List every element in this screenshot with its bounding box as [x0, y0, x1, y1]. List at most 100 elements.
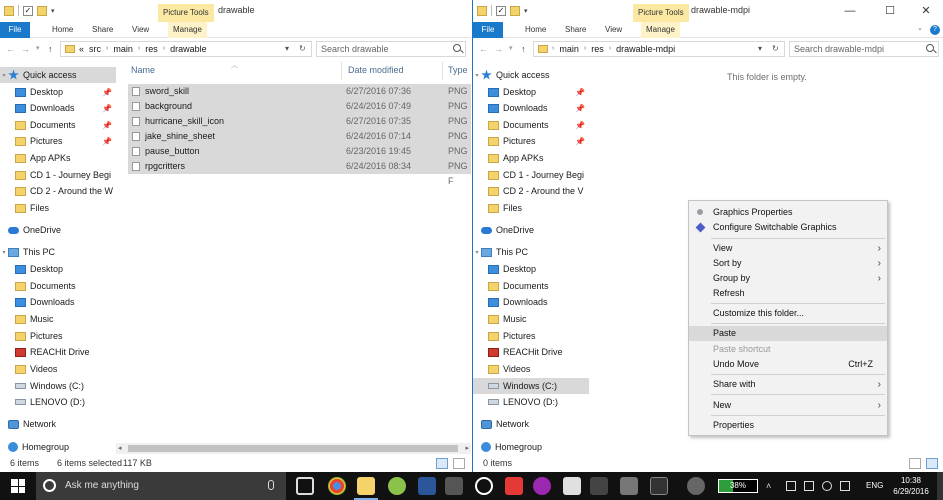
menu-item-view[interactable]: View › — [689, 241, 887, 256]
forward-arrow-icon[interactable]: → — [494, 41, 503, 57]
nav-cd2[interactable]: CD 2 - Around the W — [0, 183, 116, 199]
app-icon[interactable] — [687, 477, 705, 495]
nav-onedrive[interactable]: OneDrive — [0, 222, 116, 238]
recent-locations-chevron-icon[interactable]: ▾ — [509, 41, 513, 57]
nav-cd1[interactable]: CD 1 - Journey Begi — [0, 167, 116, 183]
large-icons-view-icon[interactable] — [453, 458, 465, 469]
help-icon[interactable]: ? — [930, 25, 940, 35]
address-history-chevron-icon[interactable]: ▾ — [285, 42, 289, 56]
chevron-down-icon[interactable]: ▾ — [473, 72, 481, 79]
task-view-icon[interactable] — [296, 477, 314, 495]
tab-manage[interactable]: Manage — [168, 22, 207, 38]
breadcrumb-main[interactable]: main — [559, 42, 579, 56]
nav-pc-pictures[interactable]: Pictures — [0, 328, 116, 344]
up-arrow-icon[interactable]: ↑ — [48, 41, 53, 57]
properties-quick-icon[interactable]: ✓ — [23, 5, 33, 16]
menu-item-refresh[interactable]: Refresh — [689, 286, 887, 301]
forward-arrow-icon[interactable]: → — [21, 41, 30, 57]
battery-tray-icon[interactable] — [804, 481, 814, 491]
nav-files[interactable]: Files — [0, 200, 116, 216]
app-icon[interactable] — [563, 477, 581, 495]
nav-pc-documents[interactable]: Documents — [0, 278, 116, 294]
search-input[interactable]: Search drawable — [316, 41, 466, 57]
chrome-icon[interactable] — [328, 477, 346, 495]
nav-pc-windows-c[interactable]: Windows (C:) — [473, 378, 589, 394]
horizontal-scrollbar[interactable]: ◂ ▸ — [116, 443, 471, 454]
nav-pc-desktop[interactable]: Desktop — [0, 261, 116, 277]
nav-cd2[interactable]: CD 2 - Around the V — [473, 183, 589, 199]
menu-item-new[interactable]: New › — [689, 398, 887, 413]
app-icon[interactable] — [533, 477, 551, 495]
nav-pc-music[interactable]: Music — [0, 311, 116, 327]
menu-item-share-with[interactable]: Share with › — [689, 377, 887, 392]
address-bar[interactable]: › main › res › drawable-mdpi ▾ ↻ — [533, 41, 785, 57]
tab-file[interactable]: File — [0, 22, 30, 38]
tab-home[interactable]: Home — [525, 22, 546, 38]
nav-homegroup[interactable]: Homegroup — [473, 439, 589, 455]
expand-ribbon-chevron-icon[interactable]: ⌄ — [917, 24, 927, 32]
new-folder-quick-icon[interactable] — [37, 5, 47, 16]
nav-homegroup[interactable]: Homegroup — [0, 439, 116, 455]
tab-share[interactable]: Share — [565, 22, 586, 38]
menu-item-graphics-properties[interactable]: Graphics Properties — [689, 205, 887, 220]
wifi-icon[interactable] — [822, 481, 832, 491]
nav-app-apks[interactable]: App APKs — [473, 150, 589, 166]
language-indicator[interactable]: ENG — [866, 472, 883, 500]
back-arrow-icon[interactable]: ← — [479, 41, 488, 57]
app-icon[interactable] — [445, 477, 463, 495]
nav-network[interactable]: Network — [473, 416, 589, 432]
cortana-search-box[interactable]: Ask me anything — [36, 472, 286, 500]
nav-documents[interactable]: Documents 📌 — [0, 117, 116, 133]
app-icon[interactable] — [590, 477, 608, 495]
tab-view[interactable]: View — [605, 22, 622, 38]
android-studio-icon[interactable] — [388, 477, 406, 495]
nav-this-pc[interactable]: ▾ This PC — [0, 244, 116, 260]
chevron-right-icon[interactable]: › — [138, 42, 140, 56]
tab-share[interactable]: Share — [92, 22, 113, 38]
customize-toolbar-chevron-icon[interactable]: ▾ — [51, 7, 55, 15]
breadcrumb-src[interactable]: src — [89, 42, 101, 56]
chevron-down-icon[interactable]: ▾ — [0, 72, 8, 79]
recent-locations-chevron-icon[interactable]: ▾ — [36, 41, 40, 57]
tab-manage[interactable]: Manage — [641, 22, 680, 38]
up-arrow-icon[interactable]: ↑ — [521, 41, 526, 57]
menu-item-undo-move[interactable]: Undo Move Ctrl+Z — [689, 357, 887, 372]
menu-item-group-by[interactable]: Group by › — [689, 271, 887, 286]
nav-pc-downloads[interactable]: Downloads — [0, 294, 116, 310]
nav-pc-desktop[interactable]: Desktop — [473, 261, 589, 277]
file-row[interactable]: jake_shine_sheet6/24/2016 07:14PNG F — [128, 129, 471, 156]
breadcrumb-drawable[interactable]: drawable — [170, 42, 207, 56]
refresh-icon[interactable]: ↻ — [772, 42, 779, 56]
nav-quick-access[interactable]: ▾ Quick access — [0, 67, 116, 83]
back-arrow-icon[interactable]: ← — [6, 41, 15, 57]
tab-file[interactable]: File — [473, 22, 503, 38]
chevron-up-icon[interactable]: ˄ — [766, 481, 776, 491]
app-icon[interactable] — [505, 477, 523, 495]
nav-pictures[interactable]: Pictures 📌 — [0, 133, 116, 149]
show-desktop-button[interactable] — [937, 472, 943, 500]
file-row[interactable]: pause_button6/23/2016 19:45PNG F — [128, 144, 471, 171]
breadcrumb-overflow[interactable]: « — [79, 42, 84, 56]
title-bar[interactable]: ✓ ▾ Picture Tools drawable-mdpi — ☐ ✕ — [473, 0, 943, 22]
file-explorer-icon[interactable] — [354, 477, 378, 500]
breadcrumb-res[interactable]: res — [591, 42, 604, 56]
volume-icon[interactable] — [840, 481, 850, 491]
column-type[interactable]: Type — [448, 65, 468, 75]
nav-onedrive[interactable]: OneDrive — [473, 222, 589, 238]
start-button[interactable] — [0, 472, 36, 500]
scrollbar-thumb[interactable] — [128, 445, 458, 452]
music-app-icon[interactable] — [475, 477, 493, 495]
properties-quick-icon[interactable]: ✓ — [496, 5, 506, 16]
file-row[interactable]: sword_skill6/27/2016 07:36PNG F — [128, 84, 471, 111]
chevron-right-icon[interactable]: › — [609, 42, 611, 56]
chevron-down-icon[interactable]: ▾ — [0, 249, 8, 256]
large-icons-view-icon[interactable] — [926, 458, 938, 469]
minimize-icon[interactable]: — — [835, 2, 865, 20]
details-view-icon[interactable] — [909, 458, 921, 469]
scroll-right-icon[interactable]: ▸ — [465, 443, 469, 454]
word-icon[interactable] — [418, 477, 436, 495]
details-view-icon[interactable] — [436, 458, 448, 469]
nav-pc-documents[interactable]: Documents — [473, 278, 589, 294]
address-bar[interactable]: « src › main › res › drawable ▾ ↻ — [60, 41, 312, 57]
new-folder-quick-icon[interactable] — [510, 5, 520, 16]
